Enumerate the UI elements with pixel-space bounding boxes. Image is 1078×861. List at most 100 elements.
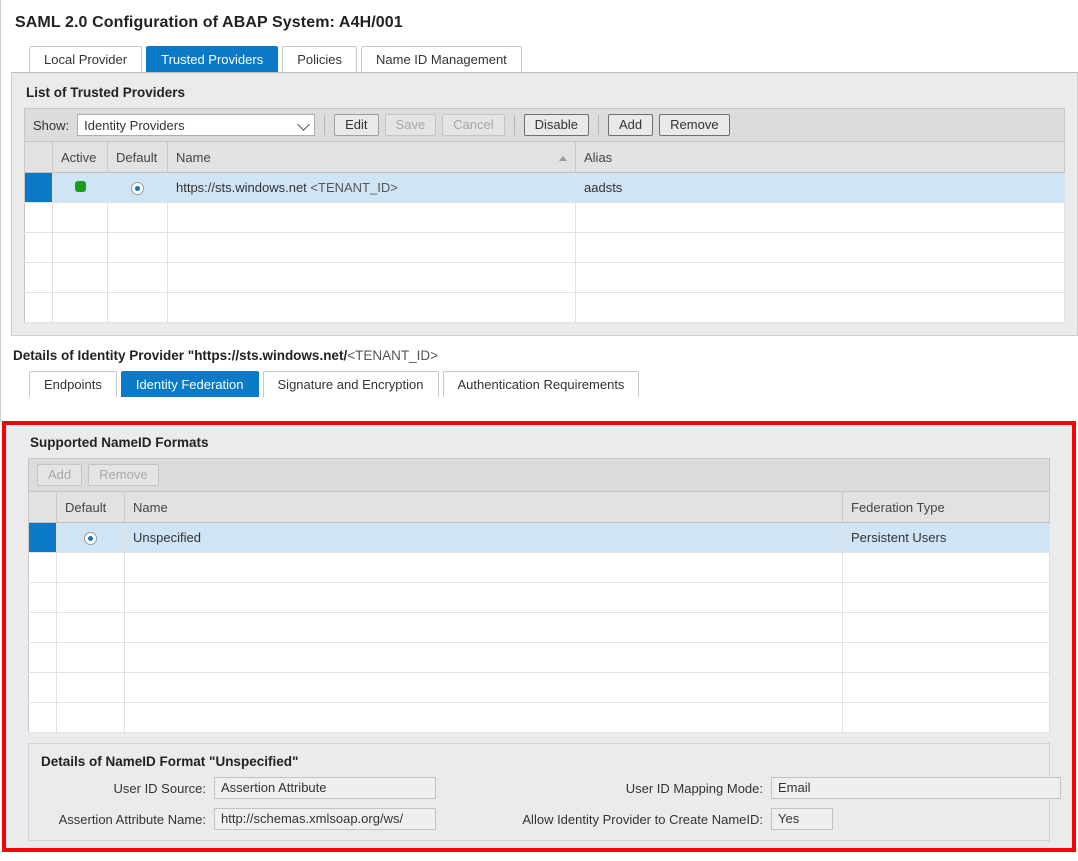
row-selection-marker[interactable]: [25, 233, 53, 263]
cell-alias: [576, 263, 1065, 293]
cell-name: [125, 703, 843, 733]
default-radio[interactable]: [131, 182, 144, 195]
tab-authentication-requirements[interactable]: Authentication Requirements: [443, 371, 640, 397]
row-selection-marker[interactable]: [25, 203, 53, 233]
remove-provider-button[interactable]: Remove: [659, 114, 729, 136]
table-row-empty[interactable]: [29, 703, 1050, 733]
cell-default: [57, 523, 125, 553]
saml-configuration-page: SAML 2.0 Configuration of ABAP System: A…: [0, 0, 1078, 861]
cell-name: Unspecified: [125, 523, 843, 553]
page-title: SAML 2.0 Configuration of ABAP System: A…: [1, 0, 1078, 32]
cell-default: [57, 583, 125, 613]
cell-default: [108, 173, 168, 203]
disable-button[interactable]: Disable: [524, 114, 589, 136]
col-header-alias[interactable]: Alias: [576, 142, 1065, 173]
cell-alias: [576, 293, 1065, 323]
nameid-details-title: Details of NameID Format "Unspecified": [41, 754, 1039, 769]
col-header-default[interactable]: Default: [108, 142, 168, 173]
user-id-mapping-mode-label: User ID Mapping Mode:: [511, 781, 771, 796]
user-id-mapping-mode-field[interactable]: Email: [771, 777, 1061, 799]
row-selection-marker[interactable]: [29, 703, 57, 733]
row-selection-marker[interactable]: [29, 673, 57, 703]
cancel-button: Cancel: [442, 114, 504, 136]
table-row-empty[interactable]: [29, 673, 1050, 703]
edit-button[interactable]: Edit: [334, 114, 378, 136]
toolbar-separator: [324, 115, 325, 135]
table-row-empty[interactable]: [25, 293, 1065, 323]
supported-nameid-formats-title: Supported NameID Formats: [30, 435, 1050, 450]
table-row-empty[interactable]: [25, 263, 1065, 293]
cell-active: [53, 263, 108, 293]
add-nameid-button: Add: [37, 464, 82, 486]
tab-identity-federation[interactable]: Identity Federation: [121, 371, 259, 397]
provider-name-tenant: <TENANT_ID>: [310, 180, 397, 195]
tab-name-id-management[interactable]: Name ID Management: [361, 46, 522, 72]
chevron-down-icon: [297, 118, 310, 131]
col-header-name[interactable]: Name: [168, 142, 576, 173]
tab-local-provider[interactable]: Local Provider: [29, 46, 142, 72]
user-id-source-field[interactable]: Assertion Attribute: [214, 777, 436, 799]
table-row-empty[interactable]: [29, 583, 1050, 613]
table-row-empty[interactable]: [29, 613, 1050, 643]
table-row[interactable]: https://sts.windows.net <TENANT_ID> aads…: [25, 173, 1065, 203]
table-header-row: Default Name Federation Type: [29, 492, 1050, 523]
allow-idp-create-nameid-field[interactable]: Yes: [771, 808, 833, 830]
add-provider-button[interactable]: Add: [608, 114, 653, 136]
row-selection-marker[interactable]: [25, 173, 53, 203]
assertion-attribute-name-label: Assertion Attribute Name:: [39, 812, 214, 827]
tab-endpoints[interactable]: Endpoints: [29, 371, 117, 397]
cell-alias: aadsts: [576, 173, 1065, 203]
cell-name: [168, 203, 576, 233]
table-row-empty[interactable]: [29, 643, 1050, 673]
cell-default: [57, 703, 125, 733]
tab-signature-and-encryption[interactable]: Signature and Encryption: [263, 371, 439, 397]
tab-policies[interactable]: Policies: [282, 46, 357, 72]
cell-federation-type: [843, 703, 1050, 733]
cell-name: [168, 233, 576, 263]
row-selection-marker[interactable]: [25, 263, 53, 293]
table-row-empty[interactable]: [29, 553, 1050, 583]
cell-default: [57, 643, 125, 673]
col-header-federation-type[interactable]: Federation Type: [843, 492, 1050, 523]
row-selection-marker[interactable]: [25, 293, 53, 323]
nameid-details-box: Details of NameID Format "Unspecified" U…: [28, 743, 1050, 841]
cell-name: [168, 263, 576, 293]
cell-alias: [576, 233, 1065, 263]
table-row-empty[interactable]: [25, 203, 1065, 233]
cell-default: [57, 613, 125, 643]
save-button: Save: [385, 114, 437, 136]
table-row[interactable]: Unspecified Persistent Users: [29, 523, 1050, 553]
row-selection-marker[interactable]: [29, 643, 57, 673]
trusted-providers-table: Active Default Name Alias: [24, 141, 1065, 323]
row-selection-marker[interactable]: [29, 523, 57, 553]
table-header-row: Active Default Name Alias: [25, 142, 1065, 173]
nameid-formats-table: Default Name Federation Type Unspecified…: [28, 491, 1050, 733]
col-header-marker: [29, 492, 57, 523]
remove-nameid-button: Remove: [88, 464, 158, 486]
col-header-active[interactable]: Active: [53, 142, 108, 173]
default-radio[interactable]: [84, 532, 97, 545]
col-header-marker: [25, 142, 53, 173]
assertion-attribute-name-field[interactable]: http://schemas.xmlsoap.org/ws/: [214, 808, 436, 830]
table-row-empty[interactable]: [25, 233, 1065, 263]
row-selection-marker[interactable]: [29, 583, 57, 613]
list-of-trusted-providers-title: List of Trusted Providers: [26, 85, 1065, 100]
cell-name: [168, 293, 576, 323]
toolbar-separator-2: [514, 115, 515, 135]
col-header-default[interactable]: Default: [57, 492, 125, 523]
row-selection-marker[interactable]: [29, 613, 57, 643]
tab-trusted-providers[interactable]: Trusted Providers: [146, 46, 278, 72]
cell-federation-type: [843, 613, 1050, 643]
cell-name: [125, 673, 843, 703]
row-selection-marker[interactable]: [29, 553, 57, 583]
show-select-value: Identity Providers: [84, 118, 184, 133]
cell-federation-type: [843, 583, 1050, 613]
trusted-providers-toolbar: Show: Identity Providers Edit Save Cance…: [24, 108, 1065, 141]
highlight-annotation-box: Supported NameID Formats Add Remove Defa…: [2, 421, 1076, 852]
trusted-providers-panel: List of Trusted Providers Show: Identity…: [11, 72, 1078, 336]
col-header-name[interactable]: Name: [125, 492, 843, 523]
sort-ascending-icon: [559, 156, 567, 161]
show-select[interactable]: Identity Providers: [77, 114, 315, 136]
cell-active: [53, 173, 108, 203]
cell-federation-type: [843, 673, 1050, 703]
